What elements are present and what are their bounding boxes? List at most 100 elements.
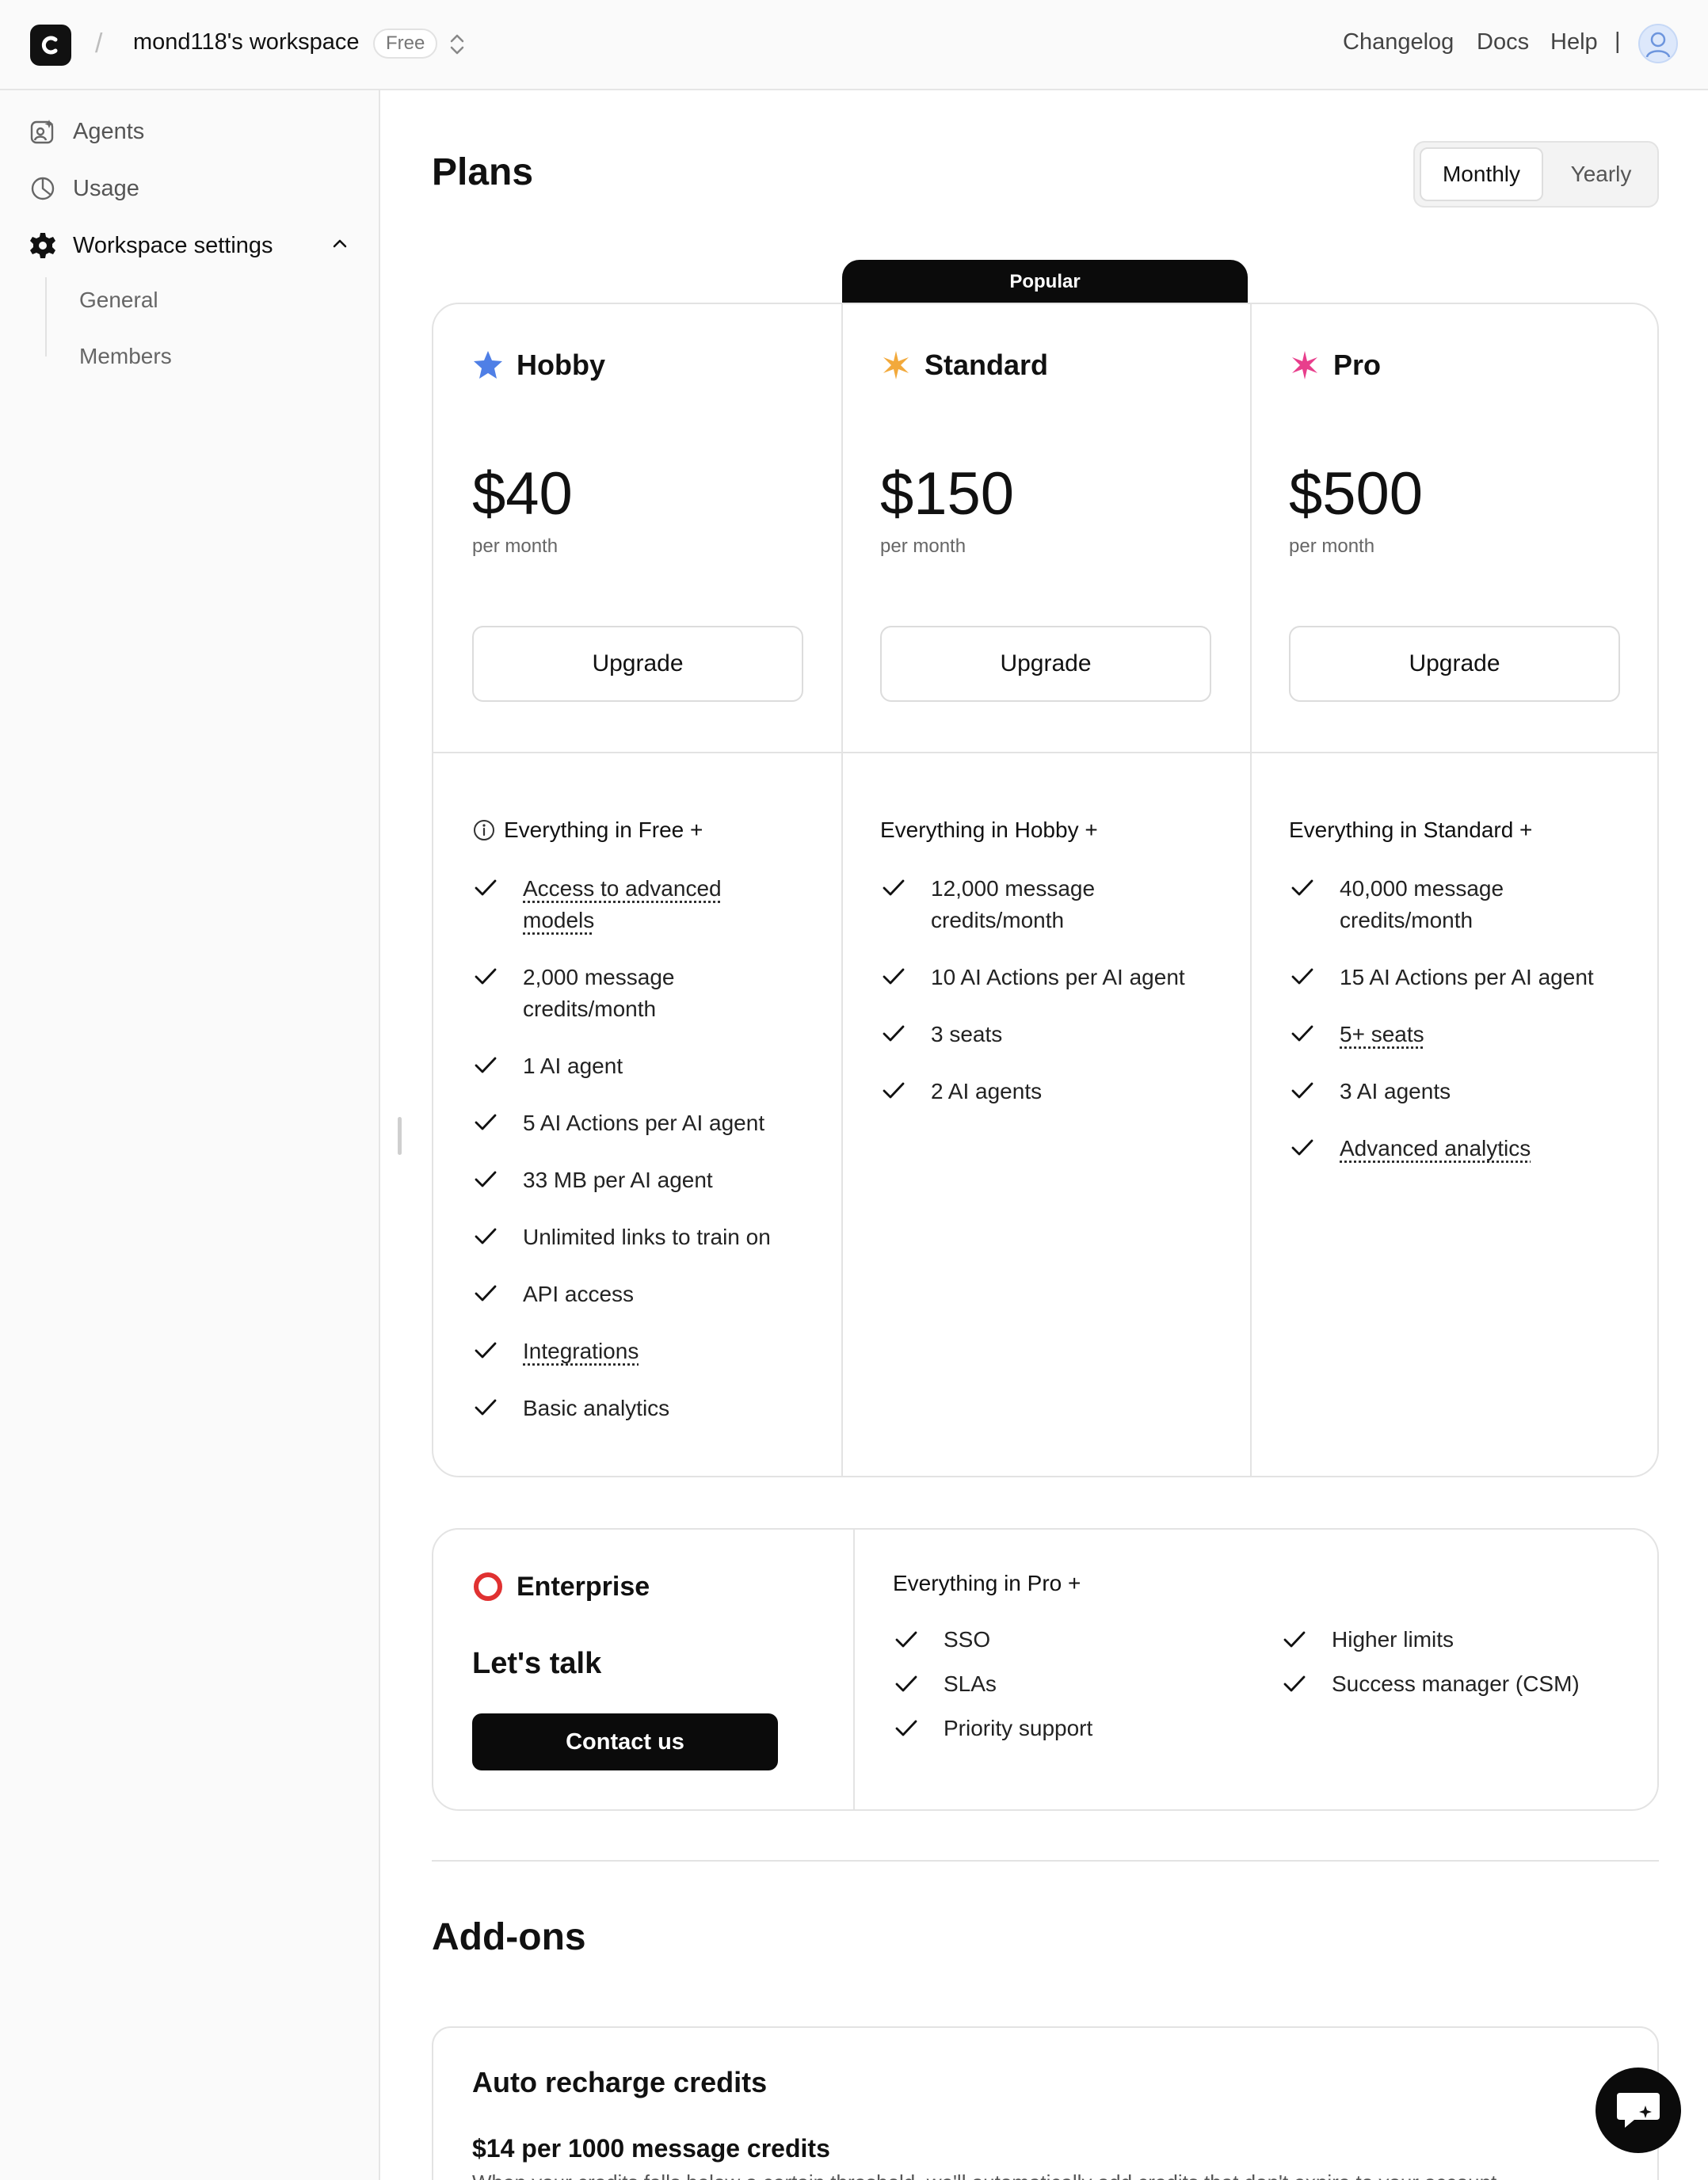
upgrade-button[interactable]: Upgrade xyxy=(472,626,803,702)
feature-item: 1 AI agent xyxy=(472,1050,821,1082)
sidebar-item-label: Agents xyxy=(73,118,145,144)
user-avatar[interactable] xyxy=(1638,24,1678,63)
features-heading: Everything in Hobby + xyxy=(880,818,1098,843)
plan-name: Pro xyxy=(1333,349,1382,381)
feature-item: Integrations xyxy=(472,1336,821,1367)
feature-text: API access xyxy=(523,1282,635,1306)
ring-icon xyxy=(474,1572,502,1601)
check-icon xyxy=(883,879,905,896)
feature-text: SSO xyxy=(944,1627,991,1652)
plan-name: Standard xyxy=(925,349,1049,381)
check-icon xyxy=(475,879,497,896)
check-icon xyxy=(1283,1631,1306,1648)
feature-item: 40,000 message credits/month xyxy=(1289,873,1637,936)
feature-list: Access to advanced models 2,000 message … xyxy=(472,873,821,1450)
check-icon xyxy=(895,1720,917,1736)
feature-text: 1 AI agent xyxy=(523,1054,623,1078)
star-icon xyxy=(474,351,502,379)
check-icon xyxy=(1291,1025,1313,1042)
top-bar: / mond118's workspace Free Changelog Doc… xyxy=(0,0,1708,90)
feature-text: 12,000 message credits/month xyxy=(931,876,1096,932)
chevron-up-icon[interactable] xyxy=(330,233,350,253)
user-icon xyxy=(1645,32,1671,58)
workspace-name[interactable]: mond118's workspace xyxy=(133,29,359,55)
check-icon xyxy=(1291,1082,1313,1099)
feature-text: 10 AI Actions per AI agent xyxy=(931,965,1185,989)
check-icon xyxy=(883,968,905,985)
feature-text[interactable]: 5+ seats xyxy=(1340,1019,1424,1050)
plan-name: Hobby xyxy=(517,349,605,381)
addon-title: Auto recharge credits xyxy=(472,2066,768,2098)
chat-icon xyxy=(1617,2093,1660,2128)
section-divider xyxy=(432,1860,1659,1862)
app-logo[interactable] xyxy=(30,25,71,66)
check-icon xyxy=(475,1114,497,1130)
feature-text: 33 MB per AI agent xyxy=(523,1168,713,1192)
feature-item: 3 AI agents xyxy=(1289,1076,1637,1107)
upgrade-button[interactable]: Upgrade xyxy=(1289,626,1620,702)
feature-text[interactable]: Advanced analytics xyxy=(1340,1133,1531,1164)
tab-monthly[interactable]: Monthly xyxy=(1420,147,1543,201)
feature-text: 2,000 message credits/month xyxy=(523,965,675,1021)
check-icon xyxy=(475,1342,497,1359)
feature-item: 5 AI Actions per AI agent xyxy=(472,1107,821,1139)
plan-period: per month xyxy=(1289,535,1375,557)
sidebar-item-usage[interactable]: Usage xyxy=(29,169,139,208)
sidebar-item-workspace-settings[interactable]: Workspace settings xyxy=(29,226,273,265)
tab-yearly[interactable]: Yearly xyxy=(1546,147,1656,201)
feature-item: 2,000 message credits/month xyxy=(472,962,821,1025)
feature-text[interactable]: Access to advanced models xyxy=(523,873,761,936)
plan-period: per month xyxy=(472,535,559,557)
feature-text: 2 AI agents xyxy=(931,1079,1043,1103)
contact-us-button[interactable]: Contact us xyxy=(472,1713,778,1770)
popular-badge: Popular xyxy=(842,260,1248,304)
feature-item: Unlimited links to train on xyxy=(472,1221,821,1253)
plan-period: per month xyxy=(880,535,966,557)
features-heading: Everything in Pro + xyxy=(893,1571,1081,1595)
feature-item: 3 seats xyxy=(880,1019,1229,1050)
plan-card-pro: Pro $500 per month Upgrade Everything in… xyxy=(1250,304,1657,1476)
breadcrumb-separator: / xyxy=(95,29,103,59)
plan-card-standard: Standard $150 per month Upgrade Everythi… xyxy=(841,304,1249,1476)
check-icon xyxy=(1291,879,1313,896)
docs-link[interactable]: Docs xyxy=(1477,29,1529,55)
feature-text: Priority support xyxy=(944,1716,1093,1740)
check-icon xyxy=(1291,1139,1313,1156)
check-icon xyxy=(1283,1675,1306,1692)
feature-item: Access to advanced models xyxy=(472,873,821,936)
chat-widget-button[interactable] xyxy=(1596,2068,1681,2153)
check-icon xyxy=(475,1399,497,1416)
addon-description: When your credits falls below a certain … xyxy=(472,2170,1502,2180)
plan-price: $150 xyxy=(880,460,1015,528)
sidebar-subitem-general[interactable]: General xyxy=(79,288,158,313)
plan-price: $40 xyxy=(472,460,573,528)
feature-text: 5 AI Actions per AI agent xyxy=(523,1111,765,1135)
feature-item: Basic analytics xyxy=(472,1393,821,1424)
check-icon xyxy=(895,1631,917,1648)
plan-price: $500 xyxy=(1289,460,1424,528)
feature-item: Success manager (CSM) xyxy=(1281,1671,1580,1698)
feature-text: Basic analytics xyxy=(523,1396,670,1420)
feature-item: 5+ seats xyxy=(1289,1019,1637,1050)
info-icon[interactable] xyxy=(472,818,496,842)
check-icon xyxy=(475,1228,497,1244)
feature-item: Higher limits xyxy=(1281,1626,1454,1653)
check-icon xyxy=(883,1025,905,1042)
logo-icon xyxy=(41,36,58,55)
check-icon xyxy=(475,1057,497,1073)
plan-card-hobby: Hobby $40 per month Upgrade Everything i… xyxy=(433,304,841,1476)
help-link[interactable]: Help xyxy=(1550,29,1598,55)
enterprise-tagline: Let's talk xyxy=(472,1647,602,1680)
enterprise-card: Enterprise Let's talk Contact us Everyth… xyxy=(432,1528,1659,1811)
sidebar-resize-handle[interactable] xyxy=(398,1117,402,1155)
workspace-switch-icon[interactable] xyxy=(447,32,467,57)
features-heading-label: Everything in Free + xyxy=(504,818,703,842)
sidebar-subitem-members[interactable]: Members xyxy=(79,344,172,369)
upgrade-button[interactable]: Upgrade xyxy=(880,626,1211,702)
feature-text: 3 AI agents xyxy=(1340,1079,1451,1103)
feature-text[interactable]: Integrations xyxy=(523,1336,639,1367)
sparkle-icon xyxy=(1292,351,1317,379)
plan-header: Standard xyxy=(880,349,1048,382)
changelog-link[interactable]: Changelog xyxy=(1343,29,1454,55)
sidebar-item-agents[interactable]: Agents xyxy=(29,112,144,151)
